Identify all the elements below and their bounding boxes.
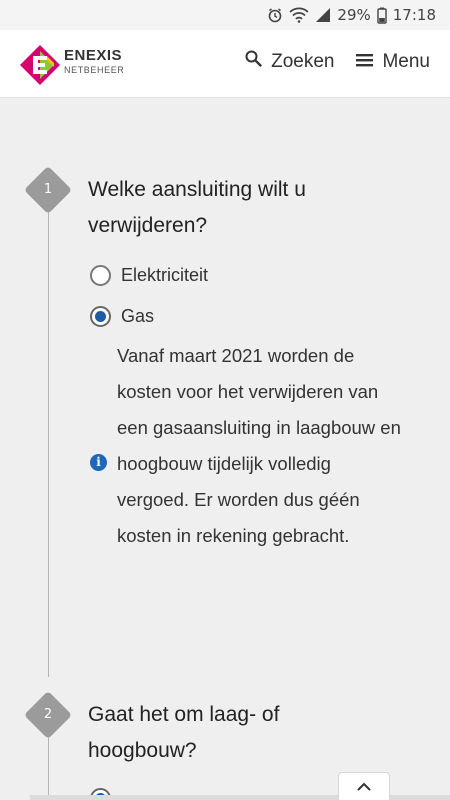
- status-bar: 29% 17:18: [0, 0, 450, 30]
- search-label: Zoeken: [271, 50, 335, 72]
- menu-button[interactable]: Menu: [356, 51, 430, 73]
- step-timeline-line: [48, 205, 49, 677]
- signal-icon: [315, 7, 331, 23]
- brand[interactable]: ENEXIS NETBEHEER: [64, 48, 124, 76]
- brand-subtitle: NETBEHEER: [64, 65, 125, 75]
- alarm-icon: [267, 7, 283, 23]
- step-2-number: 2: [43, 707, 53, 722]
- option-elektriciteit[interactable]: Elektriciteit: [90, 265, 208, 286]
- hamburger-icon: [356, 51, 374, 73]
- step-2-question: Gaat het om laag- of hoogbouw?: [88, 703, 280, 762]
- step-1-number: 1: [43, 182, 53, 197]
- radio-gas[interactable]: [90, 306, 111, 327]
- chevron-up-icon: [357, 778, 371, 796]
- brand-name: ENEXIS: [64, 47, 123, 64]
- option-elektriciteit-label: Elektriciteit: [121, 265, 209, 285]
- info-icon: i: [90, 454, 107, 471]
- gas-info-text: Vanaf maart 2021 worden de kosten voor h…: [117, 345, 401, 546]
- step-2-timeline-line: [48, 730, 49, 800]
- clock-time: 17:18: [392, 6, 436, 24]
- step-1-question: Welke aansluiting wilt u verwijderen?: [88, 178, 306, 237]
- wifi-icon: [289, 7, 310, 23]
- battery-percent: 29%: [337, 6, 371, 24]
- radio-elektriciteit[interactable]: [90, 265, 111, 286]
- header-nav: Zoeken Menu: [245, 50, 430, 73]
- site-header: ENEXIS NETBEHEER Zoeken Menu: [0, 30, 450, 98]
- menu-label: Menu: [382, 50, 430, 72]
- enexis-logo-icon[interactable]: [20, 45, 60, 85]
- scroll-to-top-button[interactable]: [338, 772, 390, 800]
- search-button[interactable]: Zoeken: [245, 50, 334, 73]
- search-icon: [245, 50, 262, 73]
- option-gas[interactable]: Gas: [90, 306, 154, 327]
- battery-icon: [377, 7, 387, 24]
- option-gas-label: Gas: [121, 306, 155, 326]
